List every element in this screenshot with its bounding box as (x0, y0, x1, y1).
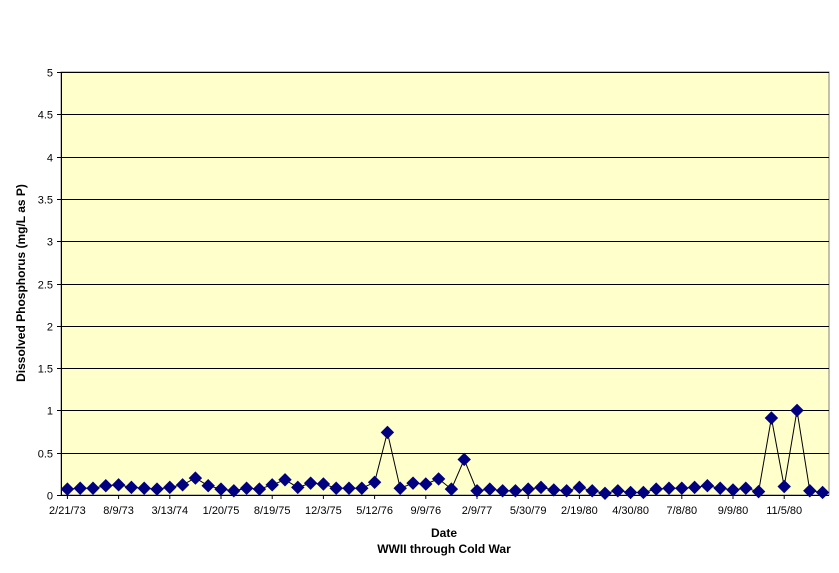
x-tick-label: 4/30/80 (612, 505, 649, 517)
y-tick-label: 0.5 (38, 449, 53, 461)
dissolved-phosphorus-chart: 0 0.5 1 1.5 2 2.5 3 3.5 4 4.5 5 2/21/73 8/9/73 3/13/7… (14, 68, 830, 556)
x-tick-label: 8/19/75 (254, 505, 291, 517)
x-tick-label: 9/9/80 (718, 505, 749, 517)
x-tick-label: 2/9/77 (462, 505, 493, 517)
x-tick-label: 7/8/80 (667, 505, 698, 517)
plot-area (60, 71, 830, 496)
x-tick-label: 5/30/79 (510, 505, 547, 517)
x-tick-label: 11/5/80 (766, 505, 802, 517)
y-tick-label: 2.5 (38, 280, 53, 292)
y-tick-label: 1 (47, 406, 53, 418)
y-tick-label: 0 (47, 491, 53, 503)
y-tick-label: 4.5 (38, 110, 53, 122)
x-tick-label: 3/13/74 (151, 505, 188, 517)
x-tick-label: 9/9/76 (411, 505, 442, 517)
y-axis-title: Dissolved Phosphorus (mg/L as P) (14, 184, 28, 382)
y-tick-label: 3.5 (38, 195, 53, 207)
x-tick-label: 2/21/73 (49, 505, 86, 517)
x-axis-title: Date (431, 526, 457, 540)
x-tick-label: 5/12/76 (356, 505, 393, 517)
y-tick-label: 5 (47, 68, 53, 80)
y-tick-label: 4 (47, 153, 53, 165)
x-tick-label: 2/19/80 (561, 505, 598, 517)
y-tick-label: 2 (47, 322, 53, 334)
y-tick-label: 3 (47, 237, 53, 249)
x-tick-label: 12/3/75 (305, 505, 342, 517)
x-tick-label: 8/9/73 (103, 505, 134, 517)
y-tick-label: 1.5 (38, 364, 53, 376)
x-axis-subtitle: WWII through Cold War (377, 542, 511, 556)
x-tick-label: 1/20/75 (203, 505, 240, 517)
